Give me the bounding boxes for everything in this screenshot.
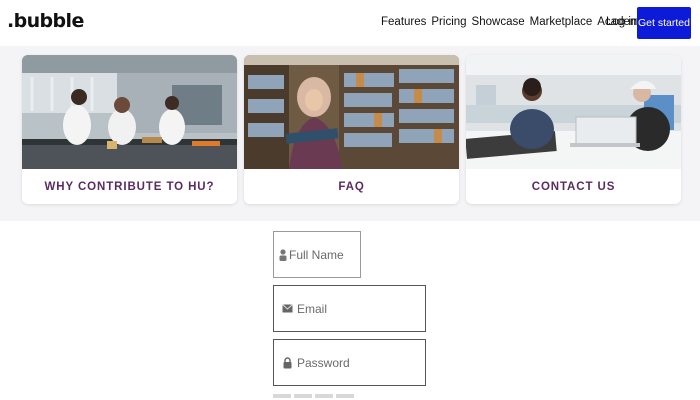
- lab-photo: [22, 55, 237, 169]
- next-field-edge: [273, 394, 291, 398]
- login-link[interactable]: Log in: [606, 16, 637, 28]
- card-contact-us[interactable]: CONTACT US: [466, 55, 681, 204]
- lock-icon: [278, 356, 296, 369]
- user-icon: [278, 248, 288, 261]
- password-field[interactable]: [273, 339, 426, 386]
- email-input[interactable]: [297, 301, 417, 316]
- bubble-logo[interactable]: .bubble: [7, 10, 84, 32]
- nav-showcase[interactable]: Showcase: [472, 16, 525, 28]
- card-faq[interactable]: FAQ: [244, 55, 459, 204]
- top-bar: .bubble Features Pricing Showcase Market…: [0, 0, 700, 46]
- next-field-edge: [315, 394, 333, 398]
- card-caption: CONTACT US: [531, 180, 616, 193]
- cards-section: WHY CONTRIBUTE TO HU? FAQ CONTACT US: [0, 46, 700, 221]
- card-caption: FAQ: [338, 180, 365, 193]
- nav-pricing[interactable]: Pricing: [431, 16, 466, 28]
- envelope-icon: [278, 304, 296, 313]
- email-field[interactable]: [273, 285, 426, 332]
- library-photo: [244, 55, 459, 169]
- card-caption: WHY CONTRIBUTE TO HU?: [44, 180, 215, 193]
- next-field-edge: [294, 394, 312, 398]
- next-field-edge: [336, 394, 354, 398]
- password-input[interactable]: [297, 355, 417, 370]
- get-started-button[interactable]: Get started: [637, 7, 691, 39]
- nav-marketplace[interactable]: Marketplace: [530, 16, 593, 28]
- nav-features[interactable]: Features: [381, 16, 426, 28]
- card-why-contribute[interactable]: WHY CONTRIBUTE TO HU?: [22, 55, 237, 204]
- full-name-input[interactable]: [289, 247, 409, 262]
- full-name-field[interactable]: [273, 231, 409, 278]
- students-photo: [466, 55, 681, 169]
